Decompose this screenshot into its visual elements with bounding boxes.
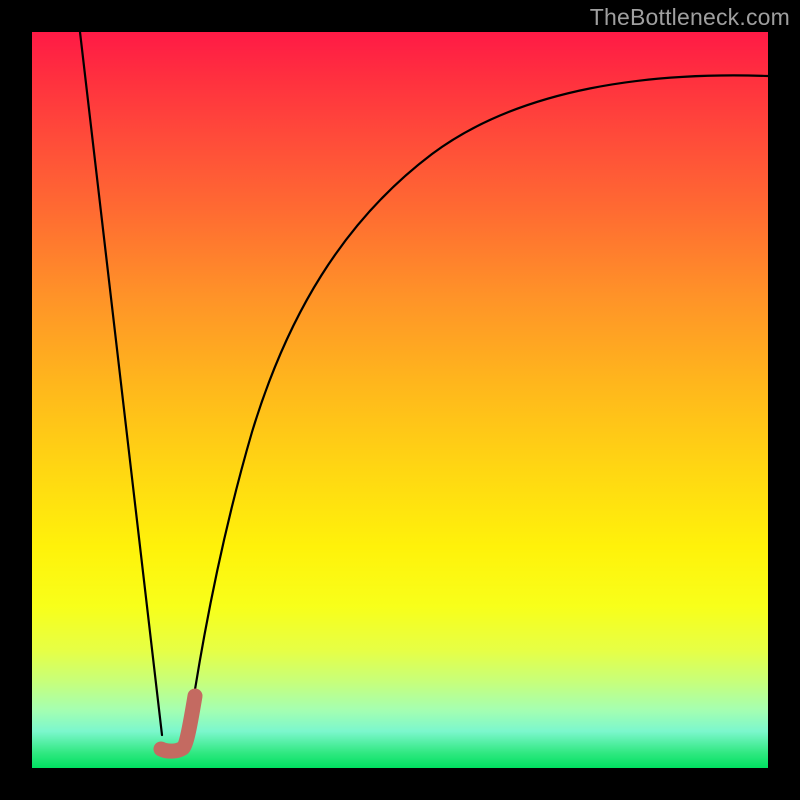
- watermark-text: TheBottleneck.com: [590, 4, 790, 31]
- left-falling-line: [80, 32, 162, 735]
- right-rising-curve: [187, 75, 768, 742]
- accent-hook: [161, 696, 195, 751]
- plot-area: [32, 32, 768, 768]
- curves-svg: [32, 32, 768, 768]
- chart-frame: TheBottleneck.com: [0, 0, 800, 800]
